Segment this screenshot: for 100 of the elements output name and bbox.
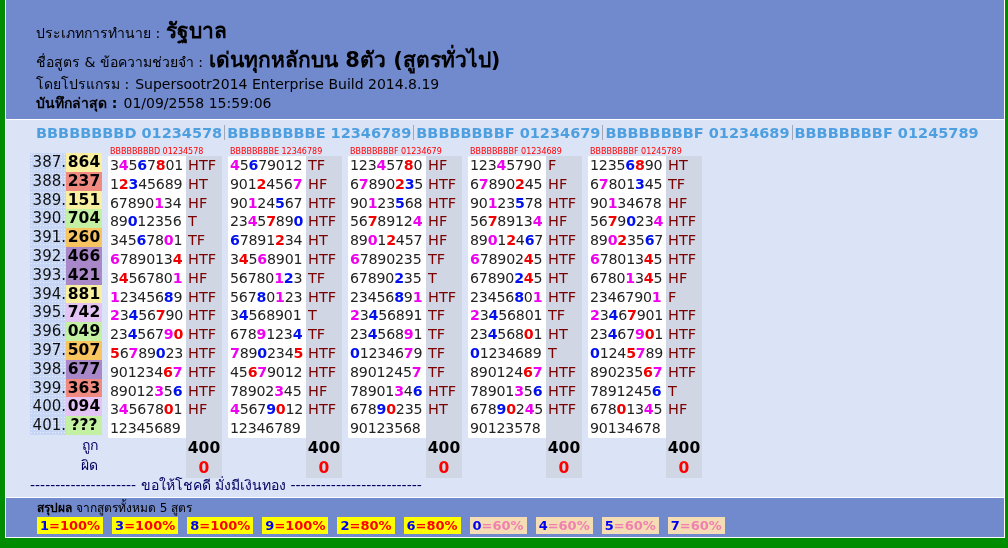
- draw-number: 390.: [30, 209, 66, 229]
- wrong-label: ผิด: [80, 456, 98, 475]
- saved-label: บันทึกล่าสุด :: [36, 94, 118, 114]
- hit-code: HTF: [186, 156, 222, 175]
- summary-label: สรุปผล: [37, 500, 72, 517]
- draw-number: 391.: [30, 228, 66, 248]
- table-cell: 90123578: [468, 419, 546, 438]
- hit-code: HF: [546, 212, 582, 232]
- digit-rate-badge: 8=100%: [187, 517, 254, 534]
- table-cell: 67801345: [588, 400, 666, 420]
- hit-code: HTF: [546, 400, 582, 420]
- table-cell: 90134678: [588, 419, 666, 438]
- formula-label: BBBBBBBBD 01234578: [36, 124, 223, 141]
- draw-number: 401.: [30, 416, 66, 435]
- correct-count: 400: [546, 437, 582, 458]
- formula-label: BBBBBBBBE 12346789: [227, 124, 412, 141]
- column-title: BBBBBBBBF 01245789: [589, 147, 683, 156]
- hit-code: HF: [426, 231, 462, 250]
- table-cell: 67890245: [468, 400, 546, 420]
- wrong-count: 0: [546, 457, 582, 478]
- hit-code: HTF: [186, 306, 222, 326]
- draw-result: 864: [66, 153, 102, 172]
- formula-label: ชื่อสูตร & ข้อความช่วยจำ :: [36, 52, 203, 73]
- hit-code: T: [186, 212, 222, 232]
- table-cell: 89012457: [348, 231, 426, 250]
- draw-number: 387.: [30, 153, 66, 172]
- hit-code: TF: [546, 306, 582, 326]
- wrong-count: 0: [186, 457, 222, 478]
- table-cell: 67890235: [348, 400, 426, 420]
- type-value: รัฐบาล: [166, 18, 228, 46]
- hit-code: HTF: [666, 212, 702, 232]
- digit-rate-badge: 7=60%: [667, 517, 725, 534]
- table-cell: 67891234: [228, 231, 306, 250]
- hit-code: HTF: [306, 212, 342, 232]
- table-cell: 67891234: [228, 325, 306, 344]
- hit-code: HTF: [546, 231, 582, 250]
- table-cell: 89023567: [588, 231, 666, 250]
- type-label: ประเภทการทำนาย :: [36, 24, 161, 43]
- table-cell: 23467901: [588, 325, 666, 344]
- hit-code: HF: [666, 400, 702, 420]
- table-cell: 12345780: [348, 156, 426, 175]
- footer-message: --------------------- ขอให้โชคดี มั่งมีเงินทอง --------------------------: [30, 477, 422, 493]
- table-cell: 23456790: [108, 306, 186, 326]
- formula-label: BBBBBBBBF 01234689: [605, 124, 790, 141]
- hit-code: HF: [186, 400, 222, 420]
- hit-code: HT: [546, 325, 582, 344]
- table-cell: 23456801: [468, 325, 546, 344]
- draw-number: 396.: [30, 322, 66, 341]
- digit-rate-badge: 5=60%: [601, 517, 659, 534]
- table-cell: 56789134: [468, 212, 546, 232]
- draw-result: 094: [66, 397, 102, 417]
- correct-count: 400: [666, 437, 702, 458]
- hit-code: TF: [186, 231, 222, 250]
- table-cell: 34567801: [108, 156, 186, 175]
- draw-result: 260: [66, 228, 102, 248]
- hit-code: HT: [666, 156, 702, 175]
- digit-rate-badge: 0=60%: [469, 517, 527, 534]
- draw-number: 392.: [30, 247, 66, 266]
- formula-label: BBBBBBBBF 01245789: [794, 124, 979, 141]
- table-cell: 12346789: [228, 419, 306, 438]
- table-cell: 23456891: [348, 325, 426, 344]
- draw-result: 466: [66, 247, 102, 266]
- hit-code: HT: [426, 400, 462, 420]
- draw-number: 400.: [30, 397, 66, 417]
- table-cell: 56789124: [348, 212, 426, 232]
- draw-number: 395.: [30, 303, 66, 323]
- wrong-count: 0: [426, 457, 462, 478]
- correct-label: ถูก: [81, 436, 98, 455]
- hit-code: HF: [426, 212, 462, 232]
- draw-result: ???: [66, 416, 102, 435]
- program-label: โดยโปรแกรม :: [36, 75, 130, 94]
- hit-code: TF: [426, 306, 462, 326]
- table-cell: 89012467: [468, 231, 546, 250]
- hit-code: HTF: [666, 325, 702, 344]
- program-name: Supersootr2014 Enterprise Build 2014.8.19: [135, 76, 440, 92]
- draw-result: 704: [66, 209, 102, 229]
- correct-count: 400: [306, 437, 342, 458]
- table-cell: 34567801: [108, 231, 186, 250]
- hit-code: HTF: [666, 306, 702, 326]
- table-cell: 34567801: [108, 400, 186, 420]
- draw-result: 049: [66, 322, 102, 341]
- draw-result: 742: [66, 303, 102, 323]
- hit-code: HTF: [666, 231, 702, 250]
- table-cell: 23456801: [468, 306, 546, 326]
- correct-count: 400: [186, 437, 222, 458]
- hit-code: F: [546, 156, 582, 175]
- table-cell: 56790234: [588, 212, 666, 232]
- hit-code: TF: [426, 325, 462, 344]
- formula-name: เด่นทุกหลักบน 8ตัว (สูตรทั่วไป): [209, 43, 501, 76]
- column-title: BBBBBBBBD 01234578: [109, 147, 205, 156]
- table-cell: 45679012: [228, 400, 306, 420]
- table-cell: 90123568: [348, 419, 426, 438]
- digit-rate-badge: 3=100%: [112, 517, 179, 534]
- table-cell: 23456790: [108, 325, 186, 344]
- draw-result: 507: [66, 341, 102, 360]
- digit-rate-badge: 1=100%: [37, 517, 104, 534]
- table-cell: 89012356: [108, 212, 186, 232]
- digit-rate-badge: 9=100%: [262, 517, 329, 534]
- saved-time: 01/09/2558 15:59:06: [123, 95, 272, 111]
- table-cell: 12345790: [468, 156, 546, 175]
